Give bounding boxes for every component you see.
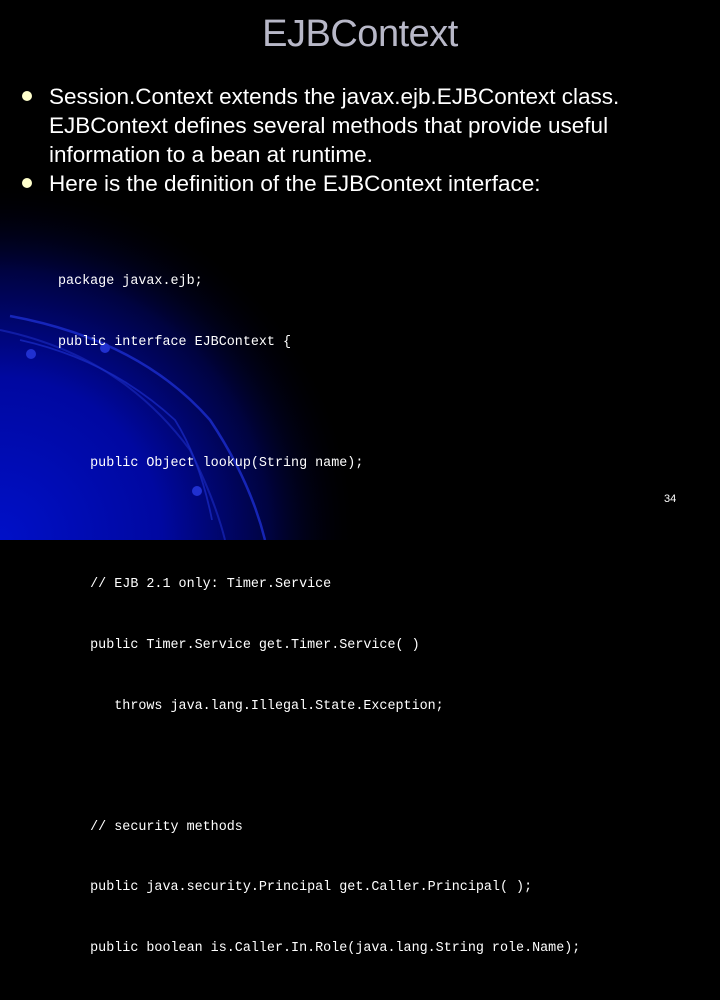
code-block: package javax.ejb; public interface EJBC… [58, 232, 580, 1000]
code-line: public interface EJBContext { [58, 335, 292, 350]
bullet-text: Here is the definition of the EJBContext… [49, 171, 541, 196]
code-line: // EJB 2.1 only: Timer.Service [58, 577, 332, 593]
code-line: public Object lookup(String name); [58, 456, 364, 472]
code-line: throws java.lang.Illegal.State.Exception… [58, 698, 444, 714]
bullet-list: Session.Context extends the javax.ejb.EJ… [20, 82, 700, 198]
slide-title: EJBContext [262, 13, 458, 55]
code-line: public boolean is.Caller.In.Role(java.la… [58, 940, 581, 956]
bullet-item: Session.Context extends the javax.ejb.EJ… [20, 82, 700, 169]
bullet-dot-icon [22, 178, 32, 188]
slide: EJBContext Session.Context extends the j… [0, 0, 720, 956]
code-line: public java.security.Principal get.Calle… [58, 880, 533, 896]
bullet-text: Session.Context extends the javax.ejb.EJ… [49, 84, 620, 167]
bullet-item: Here is the definition of the EJBContext… [20, 169, 700, 198]
code-line: public Timer.Service get.Timer.Service( … [58, 637, 420, 653]
code-line: // security methods [58, 819, 243, 835]
bullet-dot-icon [22, 91, 32, 101]
code-line: package javax.ejb; [58, 274, 203, 290]
page-number: 34 [664, 493, 677, 505]
